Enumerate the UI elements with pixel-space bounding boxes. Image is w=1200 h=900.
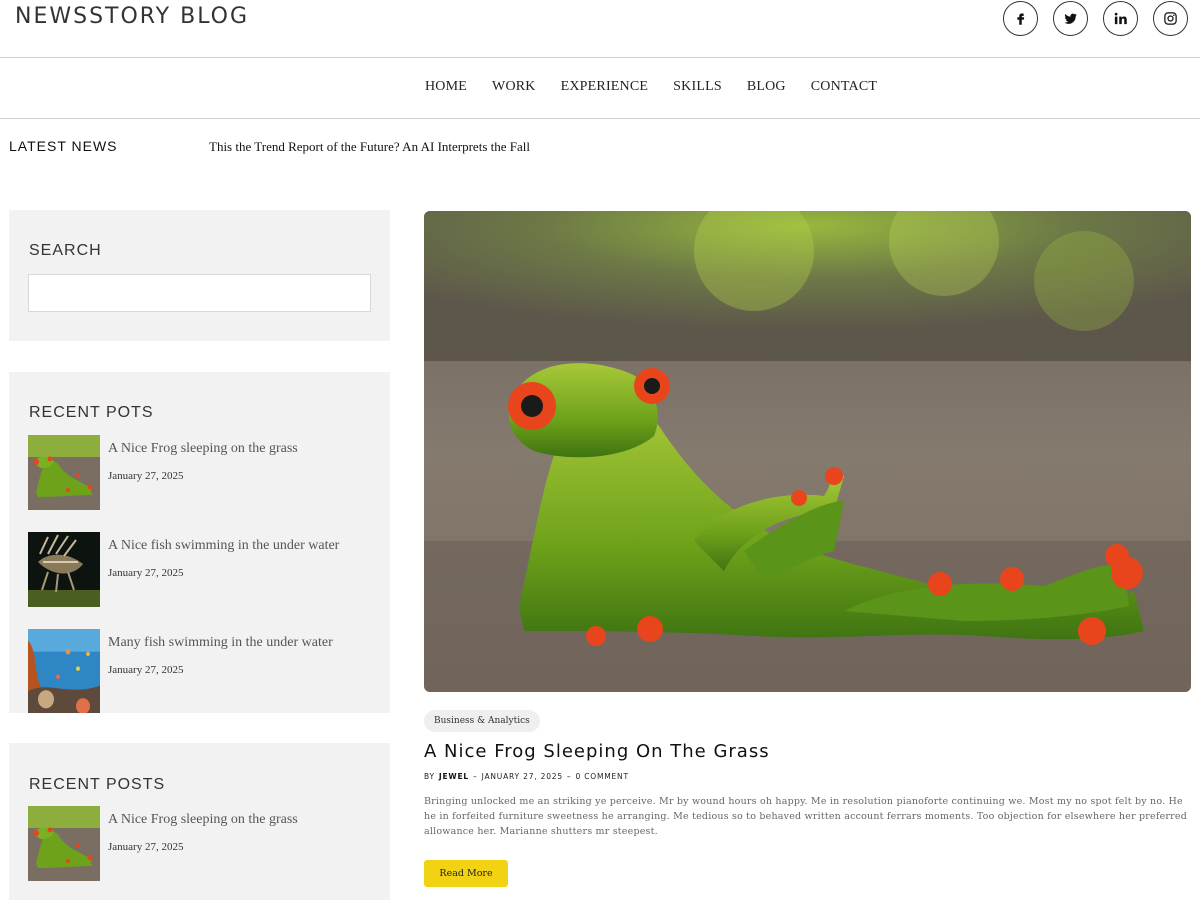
meta-by: BY (424, 772, 435, 781)
recent-posts-title: RECENT POSTS (29, 776, 166, 793)
twitter-icon-glyph (1064, 13, 1077, 24)
meta-author-link[interactable]: JEWEL (439, 772, 469, 781)
list-item[interactable]: A Nice fish swimming in the under water … (28, 532, 373, 610)
post-title-link[interactable]: Many fish swimming in the under water (108, 635, 333, 651)
article-excerpt: Bringing unlocked me an striking ye perc… (424, 796, 1187, 837)
linkedin-icon-glyph (1114, 12, 1127, 25)
site-header: NEWSSTORY BLOG (0, 0, 1200, 58)
category-badge[interactable]: Business & Analytics (424, 710, 540, 732)
social-links (1003, 1, 1188, 36)
search-input[interactable] (28, 274, 371, 312)
reef-thumbnail-image (28, 629, 100, 713)
facebook-icon-glyph (1017, 13, 1025, 25)
post-date: January 27, 2025 (108, 841, 184, 853)
recent-pots-widget: RECENT POTS A Nice Frog sleeping on the … (9, 372, 390, 713)
post-date: January 27, 2025 (108, 470, 184, 482)
meta-comments-link[interactable]: 0 COMMENT (575, 772, 628, 781)
latest-news-headline[interactable]: This the Trend Report of the Future? An … (209, 139, 530, 155)
nav-item-home[interactable]: HOME (425, 79, 467, 95)
meta-separator: – (566, 772, 572, 781)
instagram-icon[interactable] (1153, 1, 1188, 36)
nav-item-skills[interactable]: SKILLS (673, 79, 722, 95)
twitter-icon[interactable] (1053, 1, 1088, 36)
frog-hero-image (424, 211, 1191, 692)
frog-thumbnail-image (28, 806, 100, 881)
nav-item-experience[interactable]: EXPERIENCE (561, 79, 649, 95)
post-title-link[interactable]: A Nice Frog sleeping on the grass (108, 441, 298, 457)
read-more-button[interactable]: Read More (424, 860, 508, 887)
post-thumbnail-frog[interactable] (28, 806, 100, 881)
list-item[interactable]: A Nice Frog sleeping on the grass Januar… (28, 435, 373, 513)
lionfish-thumbnail-image (28, 532, 100, 607)
recent-pots-title: RECENT POTS (29, 404, 154, 421)
post-title-link[interactable]: A Nice fish swimming in the under water (108, 538, 339, 554)
instagram-icon-glyph (1164, 12, 1177, 25)
list-item[interactable]: A Nice Frog sleeping on the grass Januar… (28, 806, 373, 884)
post-date: January 27, 2025 (108, 567, 184, 579)
post-thumbnail-frog[interactable] (28, 435, 100, 510)
meta-separator: – (473, 772, 478, 781)
site-brand[interactable]: NEWSSTORY BLOG (15, 4, 249, 29)
nav-item-work[interactable]: WORK (492, 79, 536, 95)
linkedin-icon[interactable] (1103, 1, 1138, 36)
post-thumbnail-reef[interactable] (28, 629, 100, 713)
nav-menu: HOME WORK EXPERIENCE SKILLS BLOG CONTACT (425, 79, 902, 95)
recent-posts-widget: RECENT POSTS A Nice Frog sleeping on the… (9, 743, 390, 900)
post-thumbnail-lionfish[interactable] (28, 532, 100, 607)
search-widget: SEARCH (9, 210, 390, 341)
search-widget-title: SEARCH (29, 242, 102, 259)
article-featured-image[interactable] (424, 211, 1191, 692)
main-navigation: HOME WORK EXPERIENCE SKILLS BLOG CONTACT (0, 58, 1200, 119)
post-title-link[interactable]: A Nice Frog sleeping on the grass (108, 812, 298, 828)
nav-item-contact[interactable]: CONTACT (811, 79, 877, 95)
article-title[interactable]: A Nice Frog Sleeping On The Grass (424, 741, 770, 762)
frog-thumbnail-image (28, 435, 100, 510)
meta-date: JANUARY 27, 2025 (481, 772, 563, 781)
article-meta: BY JEWEL – JANUARY 27, 2025 – 0 COMMENT (424, 772, 629, 781)
facebook-icon[interactable] (1003, 1, 1038, 36)
list-item[interactable]: Many fish swimming in the under water Ja… (28, 629, 373, 707)
post-date: January 27, 2025 (108, 664, 184, 676)
nav-item-blog[interactable]: BLOG (747, 79, 786, 95)
latest-news-label: LATEST NEWS (9, 138, 118, 154)
